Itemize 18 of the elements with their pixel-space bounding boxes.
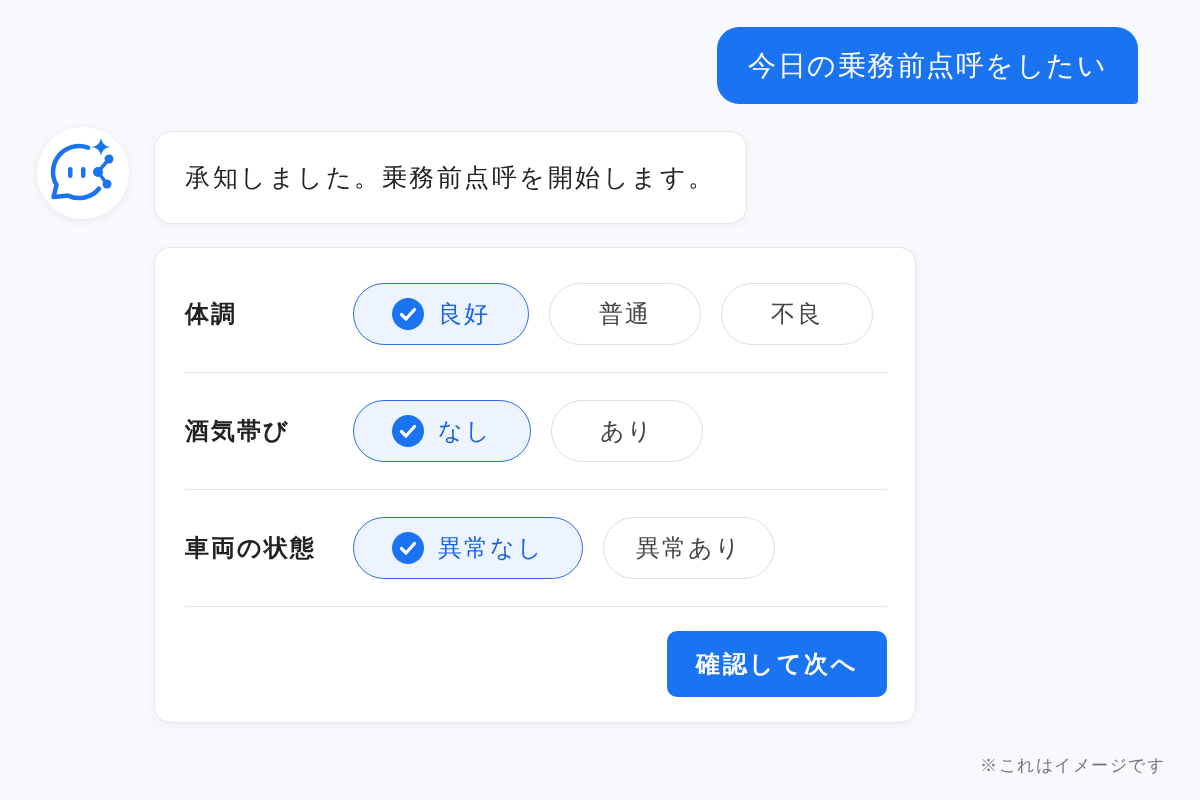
user-message-bubble: 今日の乗務前点呼をしたい (717, 27, 1138, 104)
option-button[interactable]: 異常あり (603, 517, 775, 579)
option-button[interactable]: 不良 (721, 283, 873, 345)
option-button[interactable]: あり (551, 400, 703, 462)
question-label: 体調 (185, 299, 238, 329)
option-button[interactable]: 普通 (549, 283, 701, 345)
assistant-message-bubble: 承知しました。乗務前点呼を開始します。 (154, 131, 747, 224)
confirm-next-button[interactable]: 確認して次へ (667, 631, 887, 697)
option-button[interactable]: 異常なし (353, 517, 583, 579)
check-circle-icon (392, 415, 424, 447)
option-button[interactable]: 良好 (353, 283, 529, 345)
disclaimer-note: ※これはイメージです (980, 755, 1165, 777)
check-circle-icon (392, 532, 424, 564)
chat-bubble-icon (37, 127, 129, 219)
question-label: 車両の状態 (185, 533, 317, 563)
check-circle-icon (392, 298, 424, 330)
question-label: 酒気帯び (185, 416, 291, 446)
option-button[interactable]: なし (353, 400, 531, 462)
